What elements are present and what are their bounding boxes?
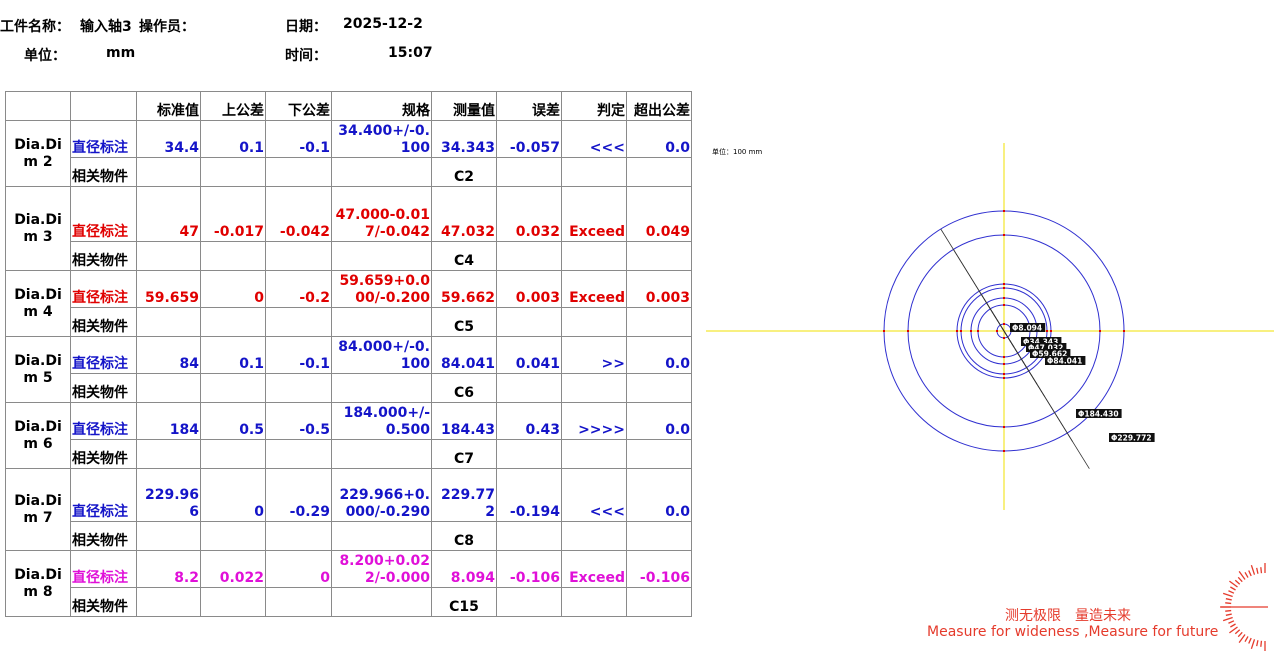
circle-quadrant-mark xyxy=(996,330,998,332)
circle-quadrant-mark xyxy=(883,330,885,332)
logo-tick xyxy=(1222,616,1233,622)
circle-quadrant-mark xyxy=(1003,323,1005,325)
logo-tick xyxy=(1244,636,1249,642)
circle-quadrant-mark xyxy=(956,330,958,332)
circle-quadrant-mark xyxy=(1003,426,1005,428)
slogan-en: Measure for wideness ,Measure for future xyxy=(927,624,1219,640)
logo-tick xyxy=(1229,626,1238,634)
logo-tick xyxy=(1237,576,1243,583)
logo-tick xyxy=(1229,580,1238,588)
circle-quadrant-mark xyxy=(1003,450,1005,452)
dimension-label-text: Φ84.041 xyxy=(1047,357,1082,366)
circle-quadrant-mark xyxy=(1003,287,1005,289)
logo-tick xyxy=(1225,602,1232,605)
logo-tick xyxy=(1222,592,1233,598)
circle-quadrant-mark xyxy=(970,330,972,332)
circle-quadrant-mark xyxy=(1003,377,1005,379)
logo-tick xyxy=(1225,613,1232,616)
logo-tick xyxy=(1244,572,1249,578)
logo-tick xyxy=(1248,570,1252,577)
slogan-cn: 测无极限 量造未来 xyxy=(1005,608,1131,624)
circle-quadrant-mark xyxy=(1046,330,1048,332)
circle-quadrant-mark xyxy=(960,330,962,332)
circle-quadrant-mark xyxy=(1123,330,1125,332)
circle-quadrant-mark xyxy=(1099,330,1101,332)
circle-quadrant-mark xyxy=(907,330,909,332)
circle-quadrant-mark xyxy=(1003,363,1005,365)
drawing-unit-note: 单位：100 mm xyxy=(712,147,762,156)
logo-tick xyxy=(1250,639,1256,650)
circle-quadrant-mark xyxy=(1003,337,1005,339)
circle-drawing: 单位：100 mm Φ8.094Φ34.343Φ47.032Φ59.662Φ84… xyxy=(706,143,1274,651)
logo-tick xyxy=(1248,637,1252,644)
circle-quadrant-mark xyxy=(1003,304,1005,306)
logo-tick xyxy=(1250,564,1256,575)
logo-tick xyxy=(1230,586,1236,591)
circle-quadrant-mark xyxy=(1050,330,1052,332)
logo-tick xyxy=(1256,567,1259,574)
logo-tick xyxy=(1228,620,1235,624)
circle-quadrant-mark xyxy=(1003,356,1005,358)
logo-tick xyxy=(1256,640,1259,647)
logo-tick xyxy=(1260,640,1263,647)
logo-tick xyxy=(1237,631,1243,638)
circle-quadrant-mark xyxy=(977,330,979,332)
circle-quadrant-mark xyxy=(1003,373,1005,375)
logo-tick xyxy=(1228,590,1235,594)
logo-tick xyxy=(1234,629,1241,635)
dimension-label-text: Φ184.430 xyxy=(1078,410,1119,419)
logo-tick xyxy=(1225,598,1232,601)
logo-tick xyxy=(1225,609,1232,612)
dimension-label-text: Φ229.772 xyxy=(1111,434,1152,443)
logo-tick xyxy=(1230,623,1236,628)
logo-tick xyxy=(1234,579,1241,585)
circle-quadrant-mark xyxy=(1003,297,1005,299)
dimension-label-text: Φ8.094 xyxy=(1012,324,1042,333)
logo-tick xyxy=(1260,567,1263,574)
circle-quadrant-mark xyxy=(1003,210,1005,212)
logo-tick xyxy=(1238,634,1246,643)
circle-quadrant-mark xyxy=(1003,283,1005,285)
logo-tick xyxy=(1238,571,1246,580)
circle-quadrant-mark xyxy=(1003,234,1005,236)
